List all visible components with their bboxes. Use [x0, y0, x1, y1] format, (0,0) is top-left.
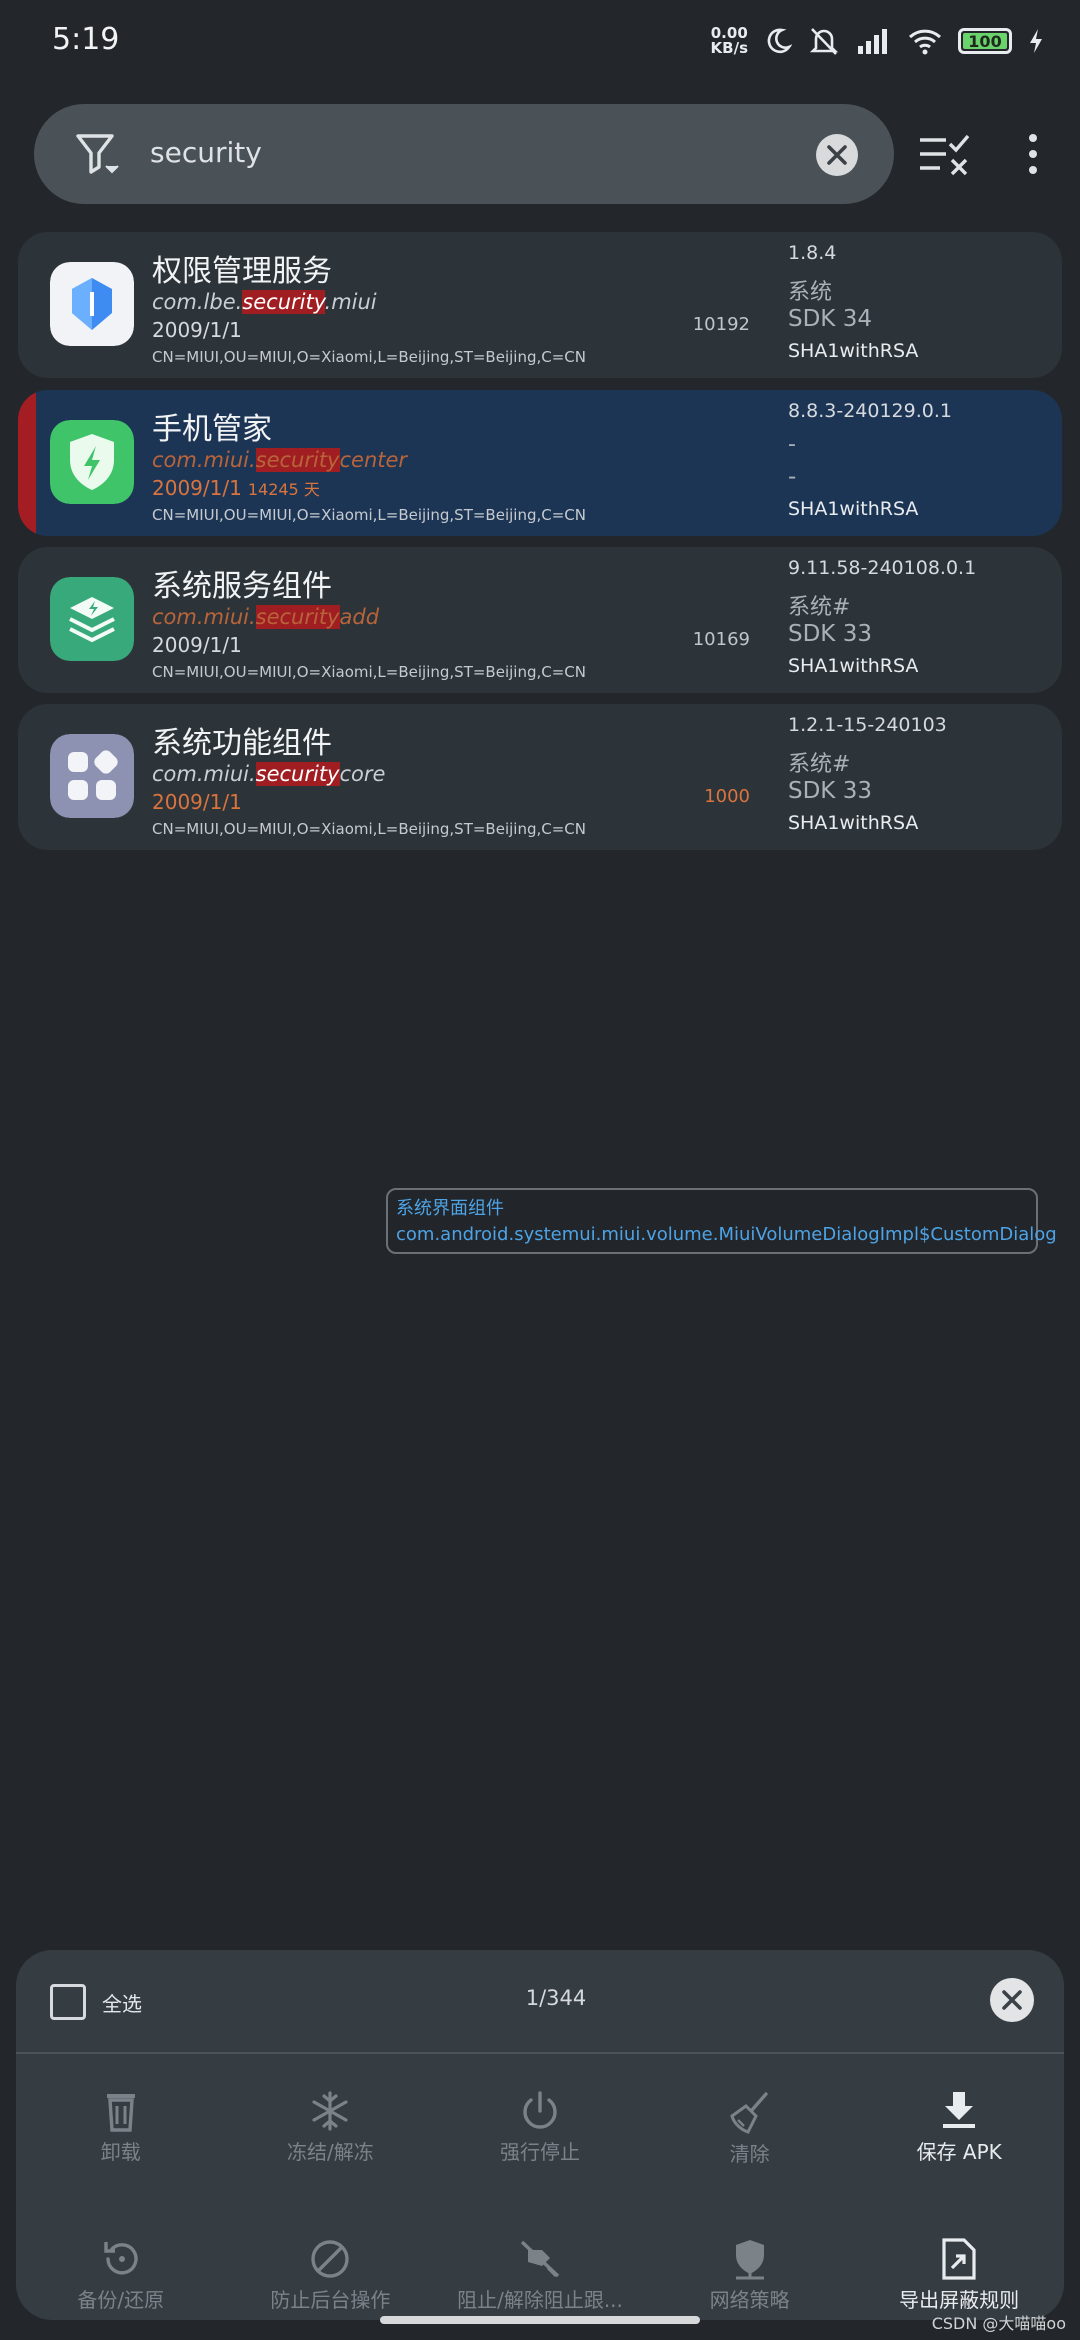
app-version: 9.11.58-240108.0.1	[788, 557, 977, 579]
signature-algorithm: SHA1withRSA	[788, 340, 919, 362]
app-card[interactable]: 权限管理服务 com.lbe.security.miui 2009/1/1 CN…	[18, 232, 1062, 378]
package-name: com.miui.securitycore	[152, 762, 386, 786]
search-bar[interactable]: security	[34, 104, 894, 204]
clear-data-button[interactable]: 清除	[645, 2090, 855, 2167]
app-name: 权限管理服务	[152, 254, 332, 289]
signature-algorithm: SHA1withRSA	[788, 812, 919, 834]
mute-icon	[809, 28, 839, 55]
overlay-class-name: com.android.systemui.miui.volume.MiuiVol…	[396, 1224, 1057, 1245]
app-uid: 1000	[704, 786, 750, 807]
actions-row-1: 卸载 冻结/解冻 强行停止 清除 保存 APK	[16, 2090, 1064, 2167]
system-service-app-icon	[50, 577, 134, 661]
signature-algorithm: SHA1withRSA	[788, 655, 919, 677]
window-info-overlay: 系统界面组件 com.android.systemui.miui.volume.…	[386, 1188, 1057, 1254]
backup-restore-button[interactable]: 备份/还原	[16, 2238, 226, 2313]
close-icon	[1002, 1990, 1022, 2010]
app-uid: 10169	[692, 629, 750, 650]
security-center-app-icon	[50, 420, 134, 504]
app-version: 8.8.3-240129.0.1	[788, 400, 952, 422]
export-file-icon	[942, 2238, 976, 2280]
wifi-icon	[908, 29, 942, 55]
target-sdk: SDK 34	[788, 306, 872, 332]
install-date: 2009/1/1	[152, 790, 242, 814]
days-since-install: 14245 天	[247, 480, 320, 499]
target-sdk: -	[788, 464, 797, 490]
block-icon	[311, 2240, 350, 2278]
app-card[interactable]: 系统服务组件 com.miui.securityadd 2009/1/1 CN=…	[18, 547, 1062, 693]
restore-icon	[104, 2242, 138, 2275]
app-name: 手机管家	[152, 412, 272, 447]
select-all-label[interactable]: 全选	[102, 1988, 142, 2017]
actions-row-2: 备份/还原 防止后台操作 阻止/解除阻止跟... 网络策略 导出屏蔽规则	[16, 2238, 1064, 2313]
filter-icon[interactable]	[74, 130, 124, 180]
block-background-button[interactable]: 防止后台操作	[226, 2238, 436, 2313]
export-block-rules-button[interactable]: 导出屏蔽规则	[854, 2238, 1064, 2313]
watermark: CSDN @大喵喵oo	[931, 2314, 1066, 2333]
close-icon	[827, 145, 847, 165]
home-indicator[interactable]	[380, 2316, 700, 2324]
block-tracker-button[interactable]: 阻止/解除阻止跟...	[435, 2238, 645, 2313]
target-sdk: SDK 33	[788, 621, 872, 647]
panel-header: 全选 1/344	[16, 1950, 1064, 2054]
trash-icon	[106, 2094, 135, 2132]
app-type: 系统#	[788, 595, 851, 620]
install-date: 2009/1/1	[152, 633, 242, 657]
signature-algorithm: SHA1withRSA	[788, 498, 919, 520]
network-shield-icon	[735, 2240, 764, 2280]
app-type: 系统	[788, 280, 833, 305]
selection-indicator	[18, 390, 36, 536]
select-all-checkbox[interactable]	[50, 1984, 86, 2020]
clock: 5:19	[52, 22, 120, 57]
install-date: 2009/1/1 14245 天	[152, 476, 320, 500]
target-sdk: SDK 33	[788, 778, 872, 804]
battery-icon: 100	[958, 28, 1012, 54]
app-name: 系统服务组件	[152, 569, 332, 604]
more-vert-icon[interactable]	[1018, 132, 1048, 176]
package-name: com.miui.securityadd	[152, 605, 380, 629]
save-apk-button[interactable]: 保存 APK	[854, 2090, 1064, 2167]
package-name: com.lbe.security.miui	[152, 290, 377, 314]
network-policy-button[interactable]: 网络策略	[645, 2238, 855, 2313]
force-stop-button[interactable]: 强行停止	[435, 2090, 645, 2167]
certificate-info: CN=MIUI,OU=MIUI,O=Xiaomi,L=Beijing,ST=Be…	[152, 820, 586, 838]
broom-icon	[729, 2092, 768, 2134]
batch-action-panel: 全选 1/344 卸载 冻结/解冻 强行停止 清除 保存 APK 备份/还原 防…	[16, 1950, 1064, 2320]
freeze-button[interactable]: 冻结/解冻	[226, 2090, 436, 2167]
certificate-info: CN=MIUI,OU=MIUI,O=Xiaomi,L=Beijing,ST=Be…	[152, 348, 586, 366]
system-feature-app-icon	[50, 734, 134, 818]
net-speed: 0.00 KB/s	[710, 24, 748, 57]
app-card[interactable]: 系统功能组件 com.miui.securitycore 2009/1/1 CN…	[18, 704, 1062, 850]
clear-search-button[interactable]	[816, 134, 858, 176]
certificate-info: CN=MIUI,OU=MIUI,O=Xiaomi,L=Beijing,ST=Be…	[152, 663, 586, 681]
package-name: com.miui.securitycenter	[152, 448, 408, 472]
snowflake-icon	[312, 2091, 348, 2131]
status-icons: 0.00 KB/s 100	[711, 26, 1044, 56]
moon-icon	[767, 28, 792, 54]
overlay-app-name: 系统界面组件	[396, 1198, 504, 1219]
app-version: 1.2.1-15-240103	[788, 714, 947, 736]
charging-icon	[1030, 29, 1042, 53]
signal-icon	[858, 29, 887, 54]
app-version: 1.8.4	[788, 242, 837, 264]
app-name: 系统功能组件	[152, 726, 332, 761]
app-type: 系统#	[788, 752, 851, 777]
certificate-info: CN=MIUI,OU=MIUI,O=Xiaomi,L=Beijing,ST=Be…	[152, 506, 586, 524]
install-date: 2009/1/1	[152, 318, 242, 342]
selection-count: 1/344	[525, 1986, 587, 2010]
uninstall-button[interactable]: 卸载	[16, 2090, 226, 2167]
power-icon	[523, 2091, 557, 2129]
close-panel-button[interactable]	[990, 1978, 1034, 2022]
app-card-selected[interactable]: 手机管家 com.miui.securitycenter 2009/1/1 142…	[18, 390, 1062, 536]
permission-manager-app-icon	[50, 262, 134, 346]
checklist-icon[interactable]	[918, 132, 970, 176]
app-type: -	[788, 432, 796, 457]
status-bar: 5:19 0.00 KB/s 100	[0, 0, 1080, 90]
app-uid: 10192	[692, 314, 750, 335]
download-icon	[943, 2092, 976, 2128]
search-input[interactable]: security	[150, 136, 262, 169]
tracker-off-icon	[520, 2240, 560, 2278]
